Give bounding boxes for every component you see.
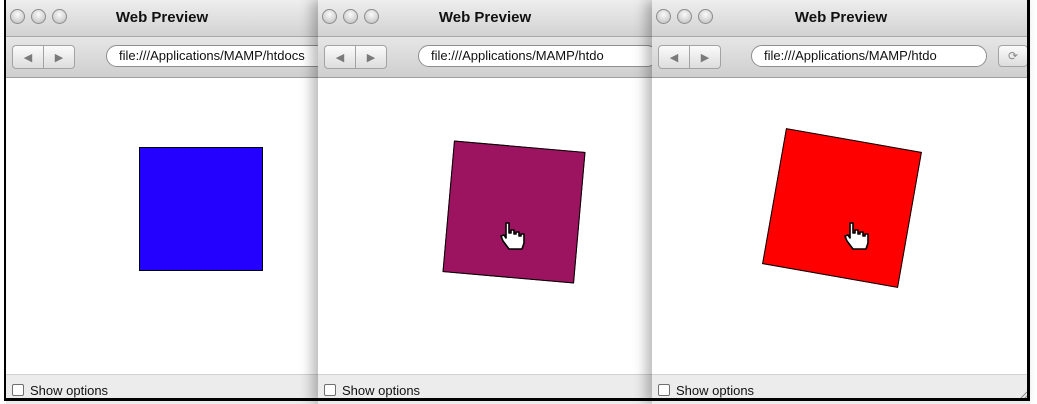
forward-arrow-icon: ▶ [54, 51, 64, 64]
show-options-label: Show options [30, 382, 109, 398]
navigation-buttons: ◀ ▶ [324, 45, 387, 69]
options-bar: Show options [6, 374, 318, 404]
preview-content [652, 78, 1030, 374]
window-title: Web Preview [438, 9, 532, 26]
url-field[interactable]: file:///Applications/MAMP/htdo [418, 45, 652, 67]
colored-square[interactable] [762, 128, 922, 288]
window-title: Web Preview [115, 9, 209, 26]
forward-button[interactable]: ▶ [689, 46, 720, 68]
forward-arrow-icon: ▶ [366, 51, 376, 64]
title-bar[interactable]: Web Preview [318, 0, 652, 37]
back-button[interactable]: ◀ [13, 46, 43, 68]
resize-grip-icon[interactable] [1016, 389, 1028, 401]
forward-arrow-icon: ▶ [700, 51, 710, 64]
show-options-checkbox[interactable] [658, 384, 670, 396]
show-options-label: Show options [676, 382, 755, 398]
url-field[interactable]: file:///Applications/MAMP/htdo [751, 45, 987, 67]
web-preview-window-1: Web Preview ◀ ▶ file:///Applications/MAM… [6, 0, 318, 404]
preview-content [6, 78, 318, 374]
show-options-checkbox[interactable] [12, 384, 24, 396]
title-bar[interactable]: Web Preview [6, 0, 318, 37]
show-options-label: Show options [342, 382, 421, 398]
reload-button[interactable]: ⟳ [998, 45, 1028, 67]
toolbar: ◀ ▶ file:///Applications/MAMP/htdo [318, 37, 652, 78]
toolbar: ◀ ▶ file:///Applications/MAMP/htdocs [6, 37, 318, 78]
show-options-checkbox[interactable] [324, 384, 336, 396]
colored-square[interactable] [442, 140, 586, 284]
forward-button[interactable]: ▶ [43, 46, 74, 68]
reload-icon: ⟳ [1007, 49, 1019, 63]
options-bar: Show options [652, 374, 1030, 404]
back-arrow-icon: ◀ [335, 51, 345, 64]
hand-cursor-icon [500, 222, 525, 250]
colored-square[interactable] [139, 147, 263, 271]
options-bar: Show options [318, 374, 652, 404]
window-title: Web Preview [794, 9, 888, 26]
toolbar: ◀ ▶ file:///Applications/MAMP/htdo ⟳ [652, 37, 1030, 78]
title-bar[interactable]: Web Preview [652, 0, 1030, 37]
hand-cursor-icon [844, 222, 869, 250]
preview-content [318, 78, 652, 374]
forward-button[interactable]: ▶ [355, 46, 386, 68]
back-button[interactable]: ◀ [325, 46, 355, 68]
back-button[interactable]: ◀ [659, 46, 689, 68]
navigation-buttons: ◀ ▶ [12, 45, 75, 69]
back-arrow-icon: ◀ [669, 51, 679, 64]
navigation-buttons: ◀ ▶ [658, 45, 721, 69]
url-field[interactable]: file:///Applications/MAMP/htdocs [106, 45, 318, 67]
web-preview-window-2: Web Preview ◀ ▶ file:///Applications/MAM… [318, 0, 652, 404]
web-preview-window-3: Web Preview ◀ ▶ file:///Applications/MAM… [652, 0, 1030, 404]
screenshot-frame: Web Preview ◀ ▶ file:///Applications/MAM… [0, 0, 1037, 404]
back-arrow-icon: ◀ [23, 51, 33, 64]
